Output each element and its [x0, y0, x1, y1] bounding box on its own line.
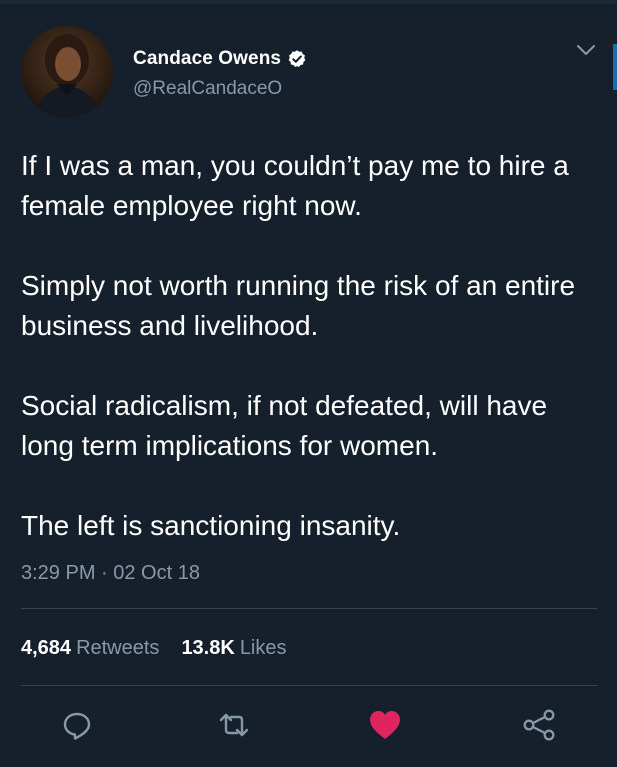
tweet-paragraph: If I was a man, you couldn’t pay me to h… [21, 150, 569, 221]
divider [21, 608, 597, 609]
share-icon [522, 708, 556, 747]
author-handle[interactable]: @RealCandaceO [133, 78, 282, 100]
author-name-row[interactable]: Candace Owens [133, 48, 307, 70]
author-display-name[interactable]: Candace Owens [133, 48, 281, 70]
retweets-count: 4,684 [21, 637, 72, 659]
likes-stat[interactable]: 13.8K Likes [181, 637, 286, 660]
heart-icon [368, 709, 402, 746]
retweets-stat[interactable]: 4,684 Retweets [21, 637, 159, 660]
tweet-timestamp[interactable]: 3:29 PM · 02 Oct 18 [21, 562, 200, 585]
retweet-icon [217, 708, 251, 747]
tweet-paragraph: The left is sanctioning insanity. [21, 510, 401, 541]
tweet-text: If I was a man, you couldn’t pay me to h… [21, 146, 601, 546]
likes-count: 13.8K [181, 637, 235, 659]
divider [21, 685, 597, 686]
share-button[interactable] [522, 708, 556, 747]
verified-badge-icon [287, 49, 307, 69]
action-bar [0, 700, 617, 754]
tweet-stats: 4,684 Retweets 13.8K Likes [21, 637, 287, 660]
top-strip [0, 0, 617, 4]
tweet-paragraph: Social radicalism, if not defeated, will… [21, 390, 548, 461]
likes-label: Likes [239, 637, 287, 659]
retweets-label: Retweets [76, 637, 160, 659]
avatar[interactable] [21, 26, 113, 118]
scroll-indicator[interactable] [613, 44, 617, 90]
reply-button[interactable] [60, 710, 94, 744]
like-button[interactable] [368, 710, 402, 744]
chevron-down-icon[interactable] [575, 39, 597, 61]
reply-icon [61, 709, 93, 746]
tweet-paragraph: Simply not worth running the risk of an … [21, 270, 576, 341]
retweet-button[interactable] [217, 710, 251, 744]
